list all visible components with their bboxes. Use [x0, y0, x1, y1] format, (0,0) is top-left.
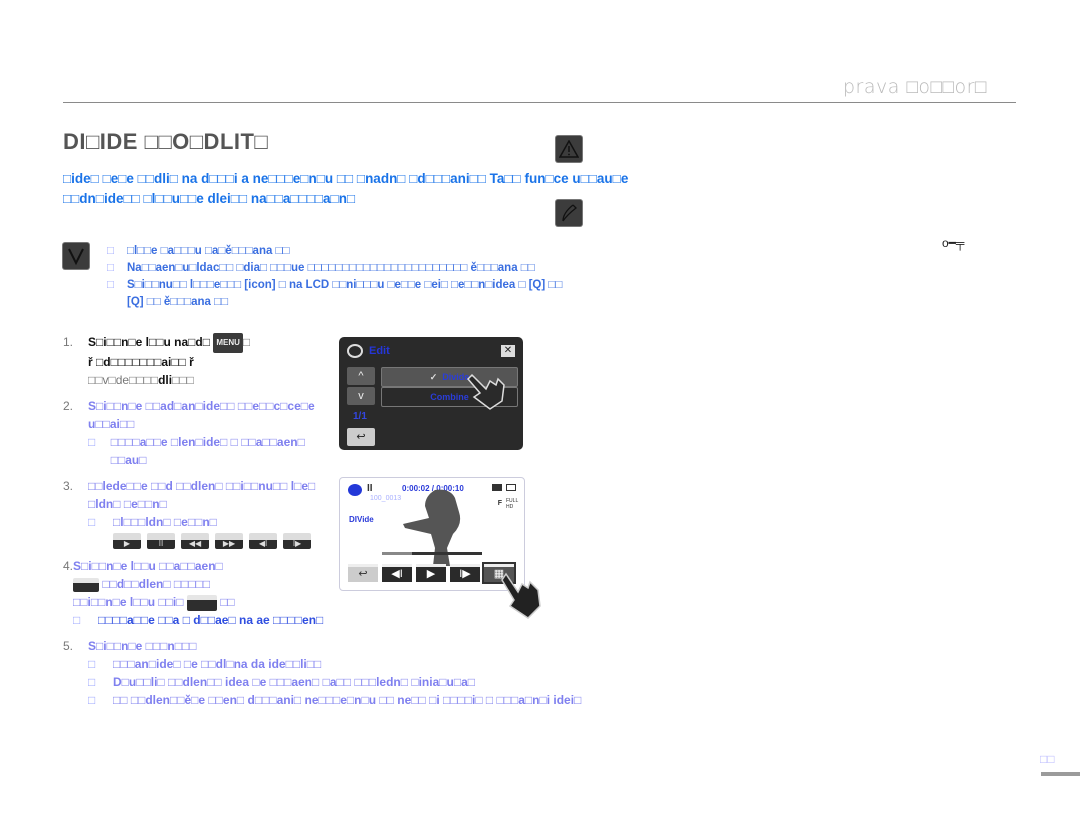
quality-icon: F — [497, 500, 502, 507]
step-5-note: □ □□□an□ide□ □e □□dl□na da ide□□li□□ — [88, 657, 322, 671]
fast-forward-icon: ▶▶ — [215, 533, 243, 549]
step-5: 5. S□i□□n□e □□□n□□□ □ □□□an□ide□ □e □□dl□… — [63, 637, 603, 709]
back-button[interactable]: ↩ — [348, 564, 378, 582]
play-button[interactable]: ▶ — [416, 564, 446, 582]
step-1: 1. S□i□□n□e l□□u na□d□ MENU □ ř □d□□□□□□□… — [63, 333, 251, 387]
page-tab-bar — [1041, 772, 1080, 776]
page-indicator: 1/1 — [353, 411, 367, 422]
hand-pointer-icon — [501, 572, 541, 619]
step-2-note: □ □□□□a□□e □len□ide□ □ □□a□□aen□ □□au□ — [88, 435, 305, 467]
step-4-note: □ □□□□a□□e □□a □ d□□ae□ na ae □□□□en□ — [73, 613, 324, 627]
prerequisite-item: □ Na□□aen□u□ldac□□ □dia□ □□□ue □□□□□□□□□□… — [107, 262, 535, 274]
memory-card-icon — [492, 484, 502, 491]
close-icon[interactable]: ✕ — [501, 345, 515, 357]
step-5-note: □ □□ □□dlen□□ě□e □□en□ d□□□ani□ ne□□□e□n□… — [88, 693, 582, 707]
intro-paragraph: □ide□ □e□e □□dli□ na d□□□i a ne□□□e□n□u … — [63, 171, 629, 206]
play-icon: ▶ — [113, 533, 141, 549]
pause-button-icon — [73, 577, 100, 592]
section-title: DI□IDE □□O□DLIT□ — [63, 129, 269, 154]
checkmark-icon: ✓ — [429, 371, 438, 382]
divide-button-icon — [186, 594, 217, 611]
key-icon: o━╤ — [942, 236, 965, 250]
header-divider — [63, 102, 1016, 103]
resolution-icon: FULL HD — [506, 498, 519, 510]
hand-pointer-icon — [466, 373, 505, 410]
prerequisite-item: □ □l□□e □a□□□u □a□ě□□□ana □□ — [107, 245, 290, 257]
scroll-up-button[interactable]: ^ — [347, 367, 375, 385]
warning-icon — [556, 136, 582, 162]
scroll-down-button[interactable]: v — [347, 387, 375, 405]
back-button[interactable]: ↩ — [347, 428, 375, 446]
prerequisite-item: □ S□i□□nu□□ l□□□e□□□ [icon] □ na LCD □□ni… — [107, 279, 563, 308]
step-back-button[interactable]: ◀I — [382, 564, 412, 582]
edit-menu-title: Edit — [347, 344, 390, 358]
step-4: 4. S□i□□n□e l□□u □□a□□aen□ □□d□□dlen□ □□… — [63, 557, 323, 629]
rewind-icon: ◀◀ — [181, 533, 209, 549]
battery-icon — [506, 484, 516, 491]
step-3: 3. □□lede□□e □□d □□dlen□ □□i□□nu□□ l□e□ … — [63, 477, 323, 549]
step-forward-icon: I▶ — [283, 533, 311, 549]
playback-progress-bar[interactable] — [382, 552, 482, 555]
playback-controls-legend: ▶ II ◀◀ ▶▶ ◀I I▶ — [113, 533, 323, 549]
step-5-note: □ D□u□□li□ □□dlen□□ idea □e □□□aen□ □a□□ … — [88, 675, 476, 689]
playback-mode-icon — [347, 344, 363, 358]
playback-mode-icon — [348, 484, 362, 496]
playback-screenshot: II 0:00:02 / 0:00:10 100_0013 DIVide F F… — [339, 477, 525, 591]
pause-icon: II — [147, 533, 175, 549]
pause-status: II — [367, 483, 373, 494]
video-frame-silhouette — [403, 489, 461, 566]
header-section-title: prava □o□□or□ — [843, 76, 987, 98]
divide-mode-label: DIVide — [349, 515, 374, 524]
step-3-note: □ □l□□□ldn□ □e□□n□ — [88, 515, 217, 529]
step-back-icon: ◀I — [249, 533, 277, 549]
menu-button-icon: MENU — [213, 333, 243, 353]
prerequisite-list: □ □l□□e □a□□□u □a□ě□□□ana □□ □ Na□□aen□u□l… — [107, 243, 567, 311]
step-forward-button[interactable]: I▶ — [450, 564, 480, 582]
note-pen-icon — [556, 200, 582, 226]
checkmark-icon — [63, 243, 89, 269]
page-number: □□ — [1040, 752, 1055, 766]
playback-progress-fill — [382, 552, 412, 555]
playback-controls: ↩ ◀I ▶ I▶ ▦ — [348, 562, 516, 584]
edit-menu-screenshot: Edit ✕ ^ v 1/1 ↩ ✓ Divide Combine — [339, 337, 523, 450]
steps-list: 1. S□i□□n□e l□□u na□d□ MENU □ ř □d□□□□□□□… — [63, 333, 581, 717]
step-2: 2. S□i□□n□e □□ad□an□ide□□ □□e□□c□ce□e u□… — [63, 397, 323, 469]
